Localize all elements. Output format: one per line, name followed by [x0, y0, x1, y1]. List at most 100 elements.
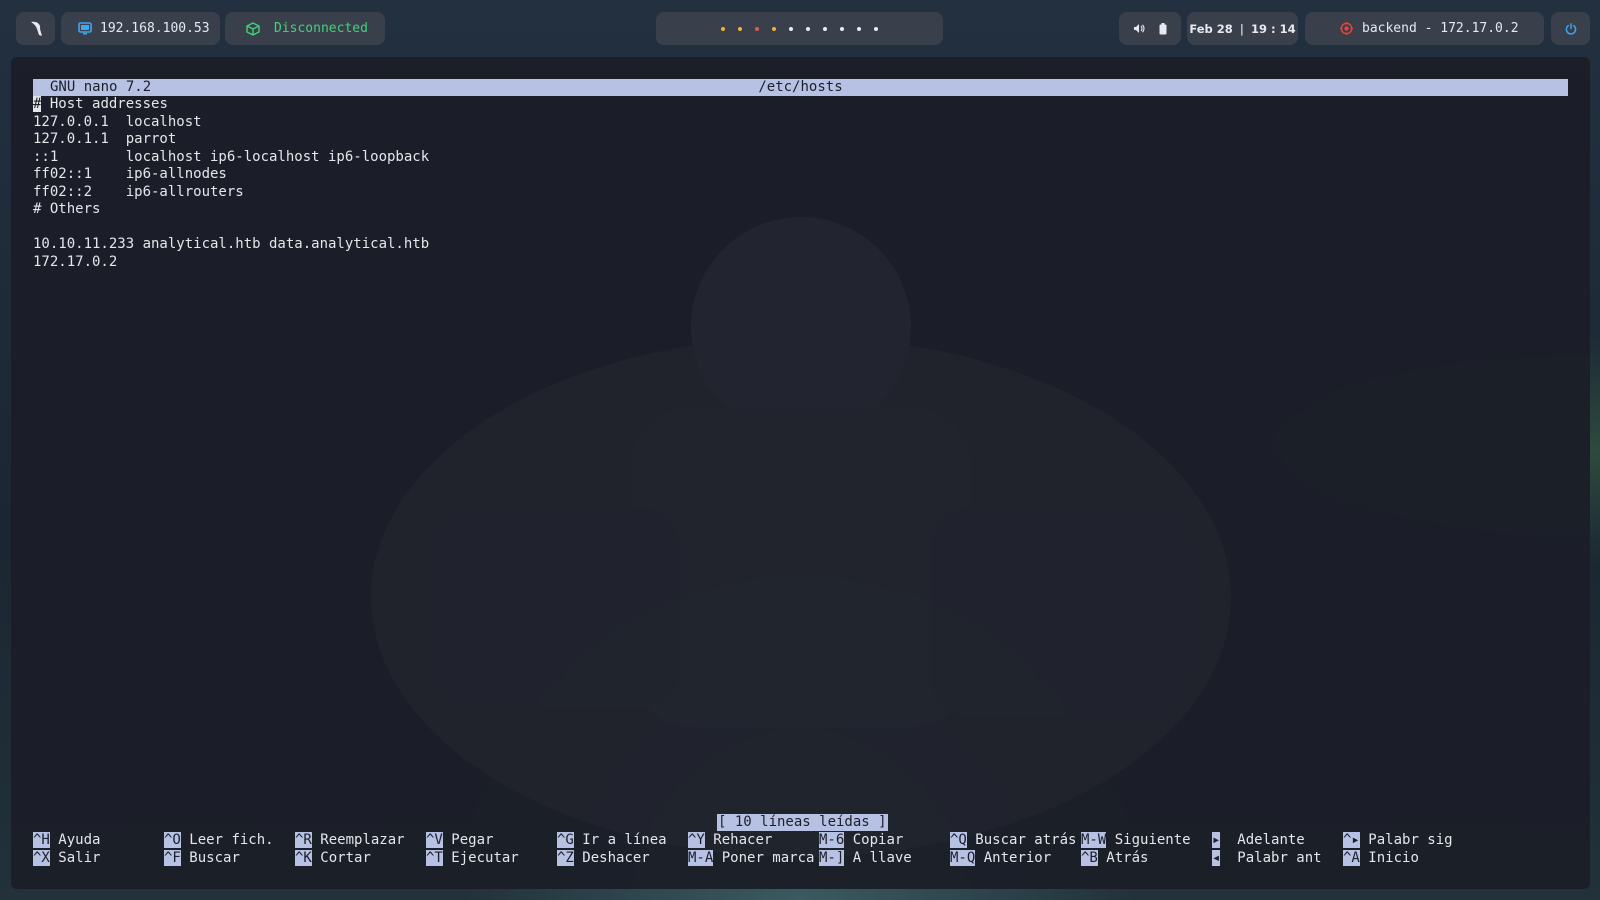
shortcut-key: ^A — [1343, 849, 1360, 866]
power-icon — [1565, 22, 1576, 35]
nano-editor[interactable]: GNU nano 7.2 /etc/hosts # Host addresses… — [33, 79, 1568, 271]
workspace-indicator-7[interactable] — [823, 26, 827, 31]
workspace-indicator-6[interactable] — [806, 26, 810, 31]
workspace-indicator-2[interactable] — [738, 26, 742, 31]
vpn-status-widget[interactable]: Disconnected — [225, 12, 385, 45]
shortcut-1-11: ^▸ Palabr sig — [1343, 832, 1453, 850]
file-content[interactable]: # Host addresses127.0.0.1 localhost127.0… — [33, 96, 1568, 271]
shortcut-label: Palabr ant — [1237, 849, 1322, 866]
shortcut-1-6: ^Y Rehacer — [688, 832, 772, 850]
shortcut-label: A llave — [852, 849, 912, 866]
nano-filename: /etc/hosts — [758, 79, 843, 95]
nano-status-message: [ 10 líneas leídas ] — [717, 814, 888, 831]
shortcut-2-2: ^F Buscar — [164, 849, 240, 868]
shortcut-label: Inicio — [1368, 849, 1419, 866]
workspace-switcher[interactable] — [656, 12, 943, 45]
ip-address-widget[interactable]: 192.168.100.53 — [61, 12, 220, 45]
shortcut-2-8: M-Q Anterior — [950, 849, 1052, 868]
parrot-logo-icon — [30, 21, 42, 36]
shortcut-2-1: ^X Salir — [33, 849, 101, 868]
shortcut-label: Adelante — [1237, 832, 1305, 848]
clock-separator: | — [1239, 21, 1244, 36]
target-icon — [1340, 22, 1353, 35]
shortcut-2-11: ^A Inicio — [1343, 849, 1419, 868]
date-text: Feb 28 — [1189, 21, 1233, 36]
shortcut-label: Atrás — [1106, 849, 1149, 866]
clock-widget[interactable]: Feb 28 | 19 : 14 — [1187, 12, 1298, 45]
shortcut-label: Copiar — [852, 832, 904, 848]
shortcut-2-9: ^B Atrás — [1081, 849, 1149, 868]
shortcut-key: ^Z — [557, 849, 574, 866]
workspace-indicator-5[interactable] — [789, 26, 793, 31]
file-line[interactable]: 127.0.0.1 localhost — [33, 114, 1568, 132]
file-line[interactable]: 127.0.1.1 parrot — [33, 131, 1568, 149]
volume-icon[interactable] — [1133, 23, 1145, 34]
shortcut-row-2: ^X Salir ^F Buscar ^K Cortar ^T Ejecutar ^Z … — [33, 849, 1568, 868]
shortcut-key: M-A — [688, 849, 714, 866]
shortcut-key: M-Q — [950, 849, 976, 866]
shortcut-key: ^H — [33, 832, 50, 848]
shortcut-2-6: M-A Poner marca — [688, 849, 814, 868]
battery-icon[interactable] — [1159, 22, 1167, 35]
nano-title-bar: GNU nano 7.2 /etc/hosts — [33, 79, 1568, 96]
workspace-indicator-10[interactable] — [874, 26, 878, 31]
time-colon: : — [1271, 21, 1276, 36]
shortcut-1-9: M-W Siguiente — [1081, 832, 1191, 850]
shortcut-label: Siguiente — [1114, 832, 1191, 848]
shortcut-label: Ayuda — [58, 832, 101, 848]
time-hours: 19 — [1251, 21, 1268, 36]
shortcut-2-7: M-] A llave — [819, 849, 912, 868]
workspace-indicator-3[interactable] — [755, 26, 759, 31]
monitor-icon — [78, 22, 92, 35]
workspace-indicator-8[interactable] — [840, 26, 844, 31]
workspace-indicator-1[interactable] — [721, 26, 725, 31]
shortcut-1-2: ^O Leer fich. — [164, 832, 274, 850]
shortcut-key: ^Y — [688, 832, 705, 848]
file-line[interactable]: 172.17.0.2 — [33, 254, 1568, 272]
shortcut-2-5: ^Z Deshacer — [557, 849, 650, 868]
power-button[interactable] — [1551, 12, 1590, 45]
workspace-indicator-4[interactable] — [772, 26, 776, 31]
vpn-status-text: Disconnected — [274, 21, 368, 36]
file-line[interactable]: ::1 localhost ip6-localhost ip6-loopback — [33, 149, 1568, 167]
file-line[interactable]: # Host addresses — [33, 96, 1568, 114]
shortcut-key: ^K — [295, 849, 312, 866]
terminal-window[interactable]: GNU nano 7.2 /etc/hosts # Host addresses… — [11, 57, 1590, 889]
target-label: backend - 172.17.0.2 — [1362, 21, 1519, 36]
shortcut-key: ^B — [1081, 849, 1098, 866]
menu-button[interactable] — [16, 12, 55, 45]
file-line[interactable] — [33, 219, 1568, 237]
shortcut-1-5: ^G Ir a línea — [557, 832, 667, 850]
shortcut-label: Anterior — [983, 849, 1052, 866]
shortcut-key: M-W — [1081, 832, 1107, 848]
shortcut-key: ^Q — [950, 832, 967, 848]
target-widget[interactable]: backend - 172.17.0.2 — [1305, 12, 1544, 45]
shortcut-label: Salir — [58, 849, 101, 866]
shortcut-label: Rehacer — [713, 832, 773, 848]
shortcut-1-8: ^Q Buscar atrás — [950, 832, 1076, 850]
shortcut-key: ^O — [164, 832, 181, 848]
shortcut-1-10: ▸ Adelante — [1212, 832, 1305, 850]
shortcut-label: Ir a línea — [582, 832, 667, 848]
shortcut-key: ^X — [33, 849, 50, 866]
shortcut-label: Pegar — [451, 832, 494, 848]
shortcut-1-4: ^V Pegar — [426, 832, 493, 850]
file-line[interactable]: # Others — [33, 201, 1568, 219]
shortcut-label: Reemplazar — [320, 832, 405, 848]
shortcut-1-3: ^R Reemplazar — [295, 832, 405, 850]
shortcut-label: Ejecutar — [451, 849, 519, 866]
shortcut-key: ^R — [295, 832, 312, 848]
top-bar: 192.168.100.53 Disconnected Feb 28 | 19 … — [0, 0, 1600, 58]
shortcut-1-7: M-6 Copiar — [819, 832, 903, 850]
file-line[interactable]: ff02::1 ip6-allnodes — [33, 166, 1568, 184]
shortcut-2-10: ◂ Palabr ant — [1212, 849, 1322, 868]
time-minutes: 14 — [1279, 21, 1296, 36]
file-line[interactable]: ff02::2 ip6-allrouters — [33, 184, 1568, 202]
nano-shortcut-bar: ^H Ayuda ^O Leer fich. ^R Reemplazar ^V Peg… — [33, 832, 1568, 867]
file-line[interactable]: 10.10.11.233 analytical.htb data.analyti… — [33, 236, 1568, 254]
workspace-indicator-9[interactable] — [857, 26, 861, 31]
shortcut-key: ^G — [557, 832, 574, 848]
shortcut-key: M-] — [819, 849, 845, 866]
system-tray[interactable] — [1119, 12, 1181, 45]
shortcut-row-1: ^H Ayuda ^O Leer fich. ^R Reemplazar ^V Peg… — [33, 832, 1568, 850]
